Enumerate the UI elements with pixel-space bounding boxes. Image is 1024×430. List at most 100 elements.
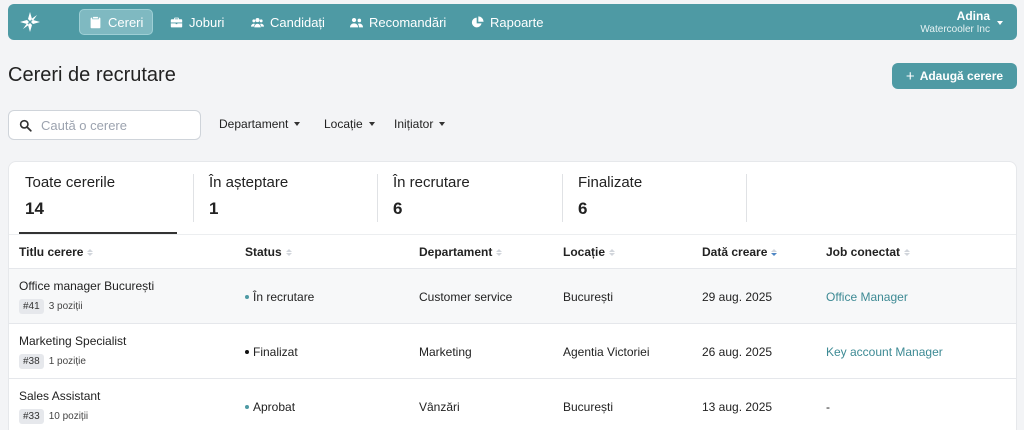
sort-icon [904, 248, 911, 256]
filter-label: Departament [219, 117, 289, 131]
filter-initiator[interactable]: Inițiator [394, 117, 446, 131]
column-header-label: Status [245, 245, 282, 259]
status-cell: Finalizat [245, 345, 298, 359]
nav-item-cereri[interactable]: Cereri [79, 9, 154, 35]
stat-label: Toate cererile [25, 174, 116, 191]
request-title-cell: Sales Assistant #33 10 poziții [19, 389, 100, 424]
nav-item-recomandari[interactable]: Recomandări [341, 9, 455, 35]
stats-divider [9, 234, 1016, 235]
user-pair-icon [350, 17, 363, 27]
plus-icon: + [905, 67, 915, 85]
nav-item-joburi[interactable]: Joburi [161, 9, 233, 35]
stat-tab-all[interactable]: Toate cererile 14 [25, 174, 115, 220]
request-title-cell: Marketing Specialist #38 1 poziție [19, 334, 126, 369]
column-header-label: Locație [563, 245, 606, 259]
positions-count: 1 poziție [48, 356, 86, 367]
user-org: Watercooler Inc [920, 24, 990, 35]
request-id-badge: #41 [19, 299, 44, 314]
active-tab-indicator [19, 232, 177, 234]
positions-count: 10 poziții [48, 411, 89, 422]
caret-down-icon [294, 122, 301, 126]
location-cell: București [563, 400, 614, 414]
request-title-cell: Office manager București #41 3 poziții [19, 279, 154, 314]
sort-icon [285, 248, 292, 256]
briefcase-icon [170, 17, 183, 27]
sort-icon [496, 248, 503, 256]
nav-item-rapoarte[interactable]: Rapoarte [462, 9, 552, 35]
sort-desc-icon [771, 248, 778, 256]
column-header-location[interactable]: Locație [563, 245, 616, 259]
top-navbar: Cereri Joburi Candidați Recomandări Rapo… [8, 4, 1017, 40]
status-text: În recrutare [253, 290, 315, 304]
column-header-title[interactable]: Titlu cerere [19, 245, 94, 259]
page-title: Cereri de recrutare [8, 64, 176, 86]
request-id-badge: #38 [19, 354, 44, 369]
column-header-label: Departament [419, 245, 493, 259]
logo-icon[interactable] [18, 10, 42, 34]
add-request-button[interactable]: + Adaugă cerere [892, 63, 1017, 89]
stat-divider [746, 174, 747, 222]
date-cell: 13 aug. 2025 [702, 400, 773, 414]
user-menu[interactable]: Adina Watercooler Inc [920, 9, 1003, 36]
add-request-label: Adaugă cerere [919, 69, 1004, 83]
department-cell: Vânzări [419, 400, 460, 414]
request-title: Marketing Specialist [19, 334, 127, 348]
nav-item-label: Cereri [108, 14, 144, 30]
request-id-badge: #33 [19, 409, 44, 424]
sort-icon [87, 248, 94, 256]
search-input[interactable] [41, 117, 191, 133]
stat-tab-pending[interactable]: În așteptare 1 [209, 174, 288, 220]
nav-item-label: Joburi [189, 14, 225, 30]
status-dot-icon [245, 295, 249, 299]
stat-count: 14 [25, 199, 44, 218]
date-cell: 29 aug. 2025 [702, 290, 773, 304]
column-header-status[interactable]: Status [245, 245, 292, 259]
filter-label: Inițiator [394, 117, 434, 131]
pie-chart-icon [471, 15, 484, 27]
table-row[interactable]: Sales Assistant #33 10 poziții Aprobat V… [9, 379, 1016, 430]
requests-card: Toate cererile 14 În așteptare 1 În recr… [8, 161, 1017, 430]
nav-item-label: Recomandări [369, 14, 447, 30]
stat-label: Finalizate [578, 174, 643, 191]
filter-locatie[interactable]: Locație [324, 117, 375, 131]
search-icon [19, 119, 32, 132]
clipboard-icon [90, 16, 101, 28]
search-box[interactable] [8, 110, 201, 140]
status-cell: Aprobat [245, 400, 295, 414]
table-row[interactable]: Marketing Specialist #38 1 poziție Final… [9, 324, 1016, 379]
status-dot-icon [245, 350, 249, 354]
users-icon [251, 17, 264, 27]
column-header-date[interactable]: Dată creare [702, 245, 778, 259]
stat-label: În așteptare [209, 174, 289, 191]
request-title: Sales Assistant [19, 389, 101, 403]
status-text: Finalizat [253, 345, 298, 359]
user-name: Adina [956, 9, 990, 23]
column-header-label: Job conectat [826, 245, 901, 259]
connected-job-empty: - [826, 400, 830, 414]
stat-count: 1 [209, 199, 219, 218]
column-header-job[interactable]: Job conectat [826, 245, 911, 259]
positions-count: 3 poziții [48, 301, 83, 312]
stat-tab-recruiting[interactable]: În recrutare 6 [393, 174, 470, 220]
status-text: Aprobat [253, 400, 296, 414]
stat-count: 6 [578, 199, 588, 218]
filter-departament[interactable]: Departament [219, 117, 301, 131]
stat-divider [193, 174, 194, 222]
nav-item-candidati[interactable]: Candidați [242, 9, 334, 35]
connected-job-link[interactable]: Office Manager [826, 290, 908, 304]
stat-label: În recrutare [393, 174, 470, 191]
status-dot-icon [245, 405, 249, 409]
nav-item-label: Rapoarte [490, 14, 544, 30]
table-row[interactable]: Office manager București #41 3 poziții Î… [9, 269, 1016, 324]
status-cell: În recrutare [245, 290, 314, 304]
column-header-department[interactable]: Departament [419, 245, 503, 259]
stat-tab-finalized[interactable]: Finalizate 6 [578, 174, 642, 220]
connected-job-link[interactable]: Key account Manager [826, 345, 943, 359]
column-header-label: Dată creare [702, 245, 768, 259]
caret-down-icon [439, 122, 446, 126]
department-cell: Marketing [419, 345, 472, 359]
request-title: Office manager București [19, 279, 155, 293]
stat-divider [562, 174, 563, 222]
filter-label: Locație [324, 117, 363, 131]
stat-divider [377, 174, 378, 222]
